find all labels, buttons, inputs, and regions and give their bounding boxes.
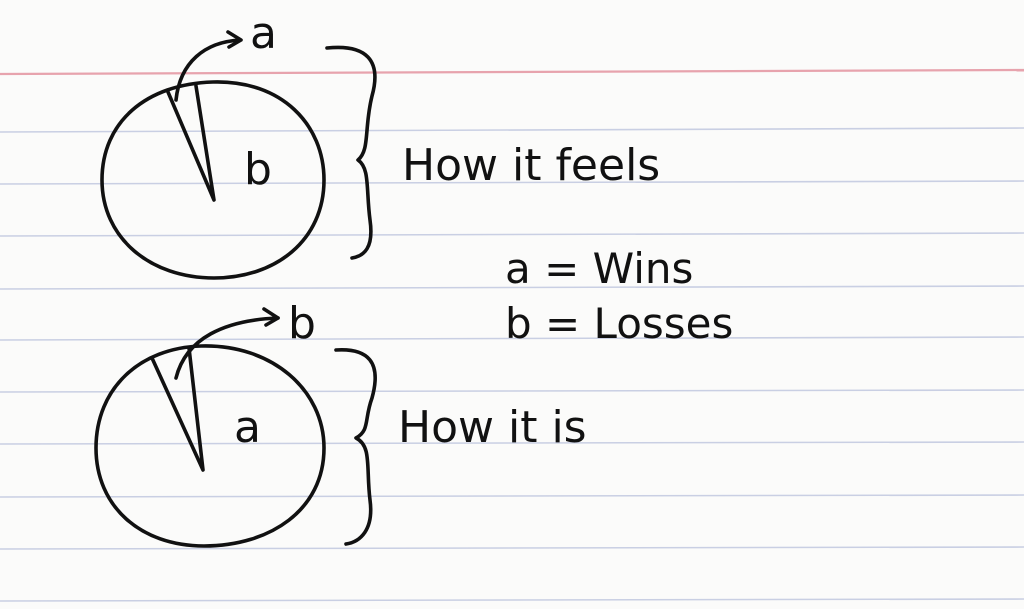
legend-wins: a = Wins	[505, 244, 693, 293]
top-slice-label: b	[244, 144, 272, 195]
top-caption: How it feels	[402, 140, 660, 191]
legend-losses: b = Losses	[505, 299, 733, 348]
bottom-caption: How it is	[398, 402, 587, 453]
top-arrow-label: a	[250, 8, 277, 59]
bottom-arrow-label: b	[288, 298, 316, 349]
bottom-slice-label: a	[234, 402, 261, 453]
index-card: a b How it feels a = Wins b = Losses b a…	[0, 0, 1024, 609]
